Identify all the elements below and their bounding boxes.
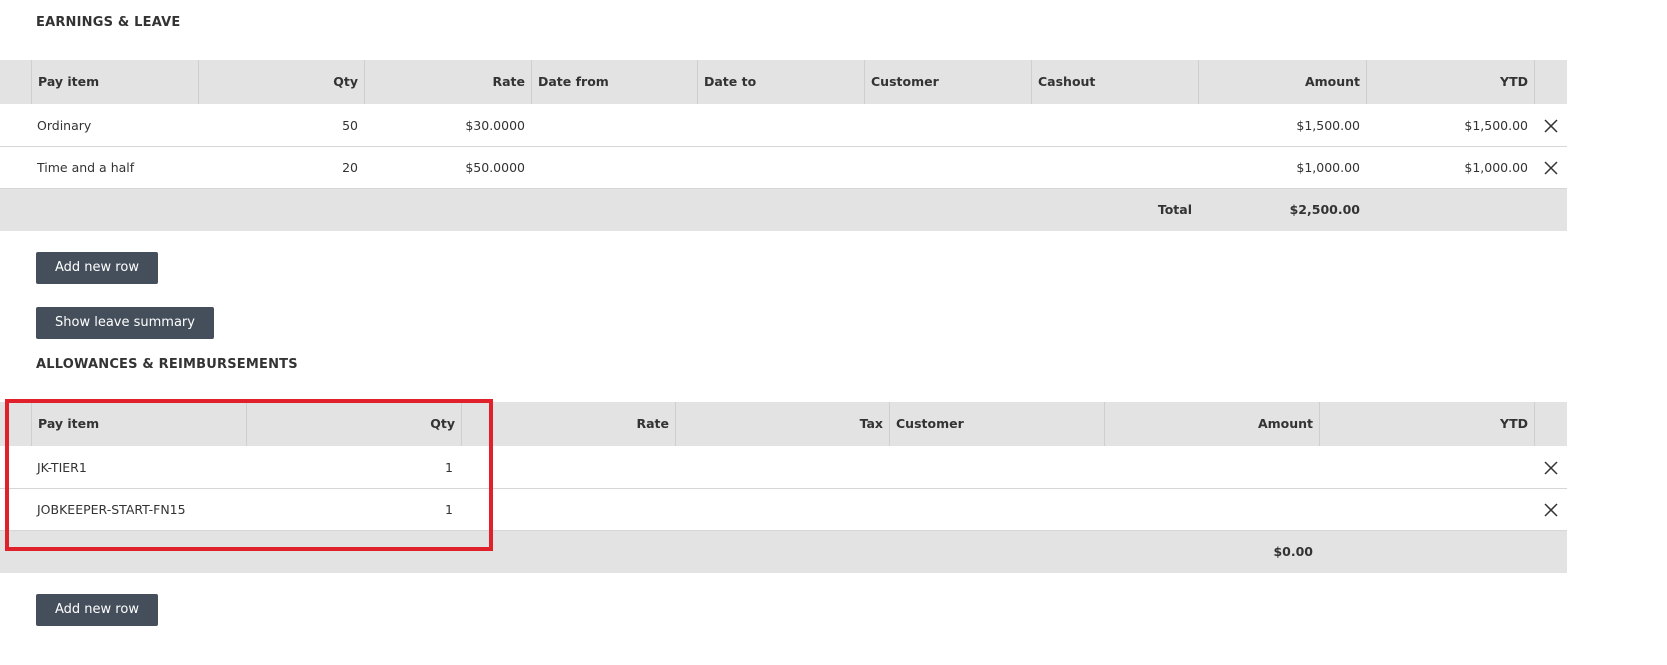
col-tax[interactable]: Tax [675, 402, 889, 446]
rate-cell[interactable]: $50.0000 [364, 147, 525, 189]
close-icon[interactable] [1543, 118, 1559, 134]
total-amount: $2,500.00 [1289, 202, 1360, 217]
allowances-section-title: ALLOWANCES & REIMBURSEMENTS [36, 357, 298, 372]
close-icon[interactable] [1543, 502, 1559, 518]
total-label: Total [1157, 202, 1192, 217]
ytd-cell: $1,500.00 [1464, 118, 1528, 133]
show-leave-summary-button[interactable]: Show leave summary [36, 307, 214, 339]
col-ytd[interactable]: YTD [1319, 402, 1534, 446]
allowances-total-row: $0.00 [0, 531, 1567, 573]
table-row: JOBKEEPER-START-FN15 1 [0, 489, 1567, 531]
col-rate[interactable]: Rate [364, 60, 531, 104]
col-date-from[interactable]: Date from [531, 60, 697, 104]
amount-cell: $1,000.00 [1296, 160, 1360, 175]
rate-cell[interactable]: $30.0000 [364, 105, 525, 147]
allowances-add-new-row-button[interactable]: Add new row [36, 594, 158, 626]
col-qty[interactable]: Qty [198, 60, 364, 104]
pay-item-cell[interactable]: JOBKEEPER-START-FN15 [37, 489, 186, 531]
close-icon[interactable] [1543, 160, 1559, 176]
amount-cell: $1,500.00 [1296, 118, 1360, 133]
qty-cell[interactable]: 20 [198, 147, 358, 189]
pay-item-cell[interactable]: Time and a half [37, 147, 134, 189]
allowances-table-header: Pay item Qty Rate Tax Customer Amount YT… [0, 402, 1567, 446]
close-icon[interactable] [1543, 460, 1559, 476]
qty-cell[interactable]: 1 [246, 447, 453, 489]
col-rate[interactable]: Rate [461, 402, 675, 446]
total-amount: $0.00 [1273, 544, 1313, 559]
pay-item-cell[interactable]: JK-TIER1 [37, 447, 87, 489]
table-row: Time and a half 20 $50.0000 $1,000.00 $1… [0, 147, 1567, 189]
earnings-section-title: EARNINGS & LEAVE [36, 15, 181, 30]
table-row: Ordinary 50 $30.0000 $1,500.00 $1,500.00 [0, 105, 1567, 147]
earnings-total-row: Total $2,500.00 [0, 189, 1567, 231]
col-customer[interactable]: Customer [864, 60, 1031, 104]
col-ytd[interactable]: YTD [1366, 60, 1534, 104]
col-date-to[interactable]: Date to [697, 60, 864, 104]
qty-cell[interactable]: 1 [246, 489, 453, 531]
qty-cell[interactable]: 50 [198, 105, 358, 147]
pay-item-cell[interactable]: Ordinary [37, 105, 91, 147]
col-customer[interactable]: Customer [889, 402, 1104, 446]
table-row: JK-TIER1 1 [0, 447, 1567, 489]
col-pay-item[interactable]: Pay item [31, 60, 198, 104]
col-amount[interactable]: Amount [1198, 60, 1366, 104]
col-amount[interactable]: Amount [1104, 402, 1319, 446]
earnings-table-header: Pay item Qty Rate Date from Date to Cust… [0, 60, 1567, 104]
earnings-add-new-row-button[interactable]: Add new row [36, 252, 158, 284]
ytd-cell: $1,000.00 [1464, 160, 1528, 175]
col-cashout[interactable]: Cashout [1031, 60, 1198, 104]
col-pay-item[interactable]: Pay item [31, 402, 246, 446]
col-qty[interactable]: Qty [246, 402, 461, 446]
